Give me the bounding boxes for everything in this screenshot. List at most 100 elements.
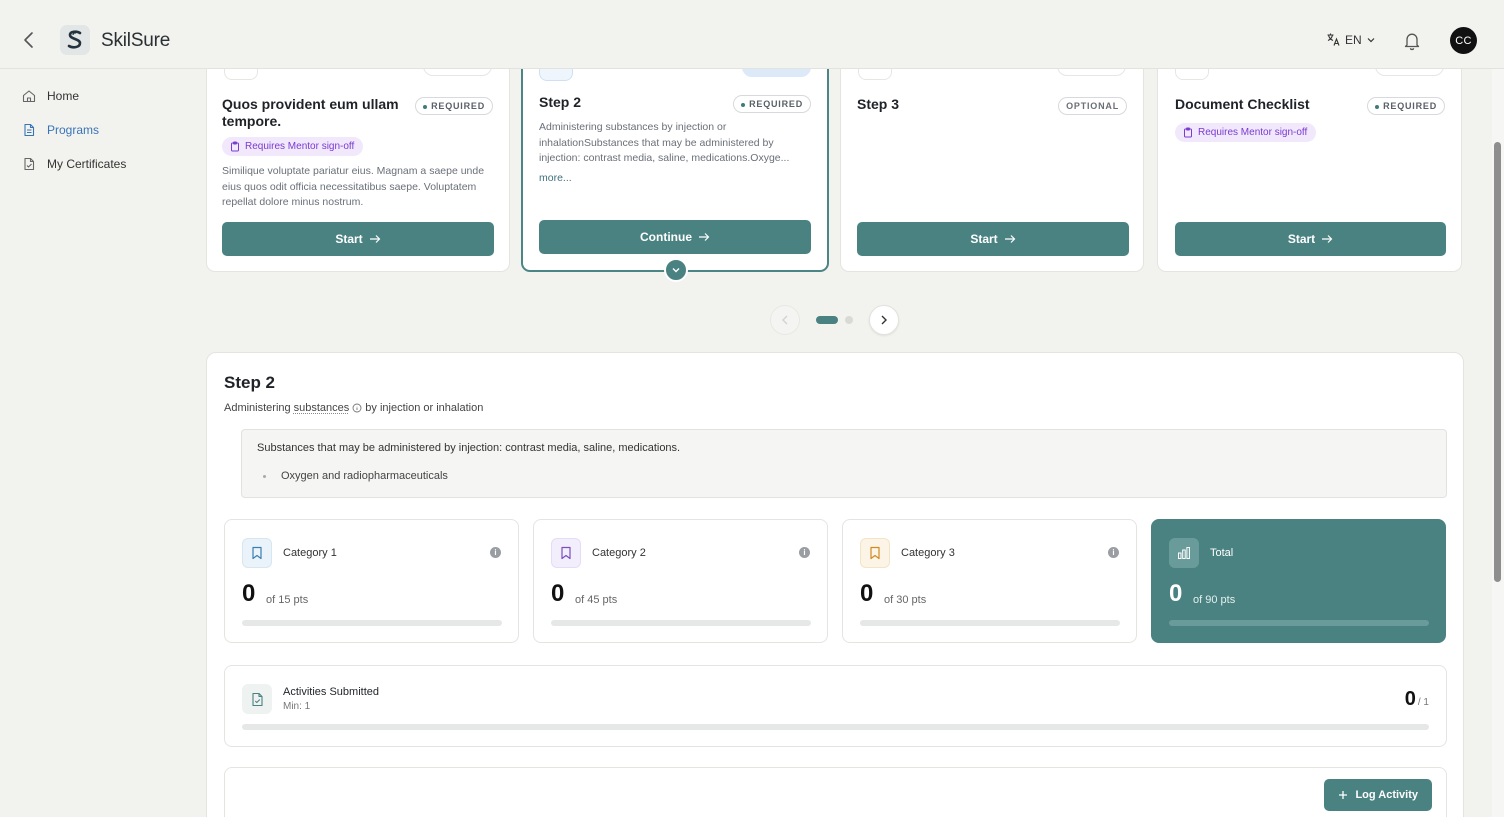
plus-icon	[1338, 790, 1348, 800]
score-max: of 90 pts	[1193, 594, 1235, 606]
activities-count: 0/ 1	[1405, 688, 1429, 711]
home-icon	[22, 89, 36, 103]
app-logo[interactable]	[60, 25, 90, 55]
carousel-dot-2[interactable]	[845, 316, 853, 324]
score-value: 0	[551, 580, 564, 608]
skilsure-logo-icon	[65, 29, 85, 51]
step-title: Document Checklist	[1175, 96, 1310, 113]
step-title: Step 3	[857, 96, 899, 113]
clipboard-icon	[230, 141, 240, 152]
language-label: EN	[1345, 33, 1362, 47]
required-badge: REQUIRED	[415, 97, 493, 115]
sidebar-item-home[interactable]: Home	[22, 89, 79, 103]
language-selector[interactable]: EN	[1326, 32, 1376, 47]
step-description: Similique voluptate pariatur eius. Magna…	[222, 164, 487, 211]
document-check-icon	[251, 692, 264, 707]
notifications-button[interactable]	[1403, 31, 1421, 51]
step-title: Quos provident eum ullam tempore.	[222, 96, 407, 130]
required-badge: REQUIRED	[733, 95, 811, 113]
detail-subtitle: Administering substances by injection or…	[224, 402, 483, 414]
activity-log-section: Log Activity	[224, 767, 1447, 817]
arrow-right-icon	[1321, 234, 1333, 244]
back-button[interactable]	[19, 28, 39, 52]
step-detail-panel: Step 2 Administering substances by injec…	[206, 352, 1464, 817]
activities-label: Activities Submitted	[283, 686, 379, 698]
activities-min: Min: 1	[283, 701, 310, 712]
expand-step-button[interactable]	[664, 258, 688, 282]
chevron-left-icon	[19, 28, 39, 52]
arrow-right-icon	[369, 234, 381, 244]
sidebar-item-label: Home	[47, 89, 79, 103]
app-name: SkilSure	[101, 30, 170, 52]
score-card-total: Total 0 of 90 pts	[1151, 519, 1446, 643]
detail-title: Step 2	[224, 373, 275, 393]
info-outline-icon[interactable]	[352, 403, 362, 413]
info-icon[interactable]: i	[1108, 547, 1119, 558]
carousel-dot-1[interactable]	[816, 316, 838, 324]
score-card-category-2: Category 2 i 0 of 45 pts	[533, 519, 828, 643]
sidebar-item-programs[interactable]: Programs	[22, 123, 99, 137]
info-icon[interactable]: i	[799, 547, 810, 558]
start-button[interactable]: Start	[857, 222, 1129, 256]
score-value: 0	[1169, 580, 1182, 608]
sidebar: Home Programs My Certificates	[0, 69, 200, 817]
user-avatar[interactable]: CC	[1450, 27, 1477, 54]
step-info-box: Substances that may be administered by i…	[241, 429, 1447, 498]
start-button[interactable]: Start	[222, 222, 494, 256]
score-progress-bar	[860, 620, 1120, 626]
step-card-3[interactable]: Not Started Step 3 OPTIONAL Start	[840, 40, 1144, 272]
bookmark-icon	[251, 546, 263, 560]
info-text: Substances that may be administered by i…	[257, 442, 680, 454]
score-max: of 15 pts	[266, 594, 308, 606]
info-icon[interactable]: i	[490, 547, 501, 558]
score-label: Category 1	[283, 547, 337, 559]
sidebar-item-label: My Certificates	[47, 157, 126, 171]
score-progress-bar	[1169, 620, 1429, 626]
bell-icon	[1403, 31, 1421, 51]
bar-chart-icon	[1177, 546, 1191, 560]
required-badge: REQUIRED	[1367, 97, 1445, 115]
activities-submitted-card: Activities Submitted Min: 1 0/ 1	[224, 665, 1447, 747]
start-button[interactable]: Start	[1175, 222, 1446, 256]
score-value: 0	[860, 580, 873, 608]
certificate-icon	[22, 157, 36, 171]
top-header: SkilSure EN CC	[0, 0, 1504, 69]
step-card-1[interactable]: Not Started Quos provident eum ullam tem…	[206, 40, 510, 272]
log-activity-button[interactable]: Log Activity	[1324, 779, 1432, 811]
optional-badge: OPTIONAL	[1058, 97, 1127, 115]
step-card-2[interactable]: In Progress Step 2 REQUIRED Administerin…	[521, 40, 829, 272]
step-card-4[interactable]: Not Started Document Checklist REQUIRED …	[1157, 40, 1462, 272]
page-scrollbar-thumb[interactable]	[1494, 142, 1501, 582]
score-label: Category 2	[592, 547, 646, 559]
chevron-down-icon	[671, 266, 681, 274]
carousel-next-button[interactable]	[869, 305, 899, 335]
mentor-signoff-tag: Requires Mentor sign-off	[222, 137, 363, 156]
chevron-left-icon	[780, 314, 790, 326]
activities-progress-bar	[242, 724, 1429, 730]
translate-icon	[1326, 32, 1341, 47]
document-icon	[22, 123, 36, 137]
arrow-right-icon	[698, 232, 710, 242]
mentor-signoff-tag: Requires Mentor sign-off	[1175, 123, 1316, 142]
chevron-right-icon	[879, 314, 889, 326]
bookmark-icon	[869, 546, 881, 560]
arrow-right-icon	[1004, 234, 1016, 244]
step-description: Administering substances by injection or…	[539, 120, 811, 167]
score-card-category-1: Category 1 i 0 of 15 pts	[224, 519, 519, 643]
step-title: Step 2	[539, 94, 581, 111]
score-card-category-3: Category 3 i 0 of 30 pts	[842, 519, 1137, 643]
glossary-term[interactable]: substances	[294, 402, 350, 414]
sidebar-item-label: Programs	[47, 123, 99, 137]
score-label: Category 3	[901, 547, 955, 559]
score-progress-bar	[551, 620, 811, 626]
score-value: 0	[242, 580, 255, 608]
sidebar-item-certificates[interactable]: My Certificates	[22, 157, 126, 171]
continue-button[interactable]: Continue	[539, 220, 811, 254]
more-link[interactable]: more...	[539, 172, 572, 184]
score-progress-bar	[242, 620, 502, 626]
clipboard-icon	[1183, 127, 1193, 138]
chevron-down-icon	[1366, 35, 1376, 45]
info-bullet: Oxygen and radiopharmaceuticals	[281, 470, 448, 482]
score-label: Total	[1210, 547, 1233, 559]
carousel-prev-button[interactable]	[770, 305, 800, 335]
